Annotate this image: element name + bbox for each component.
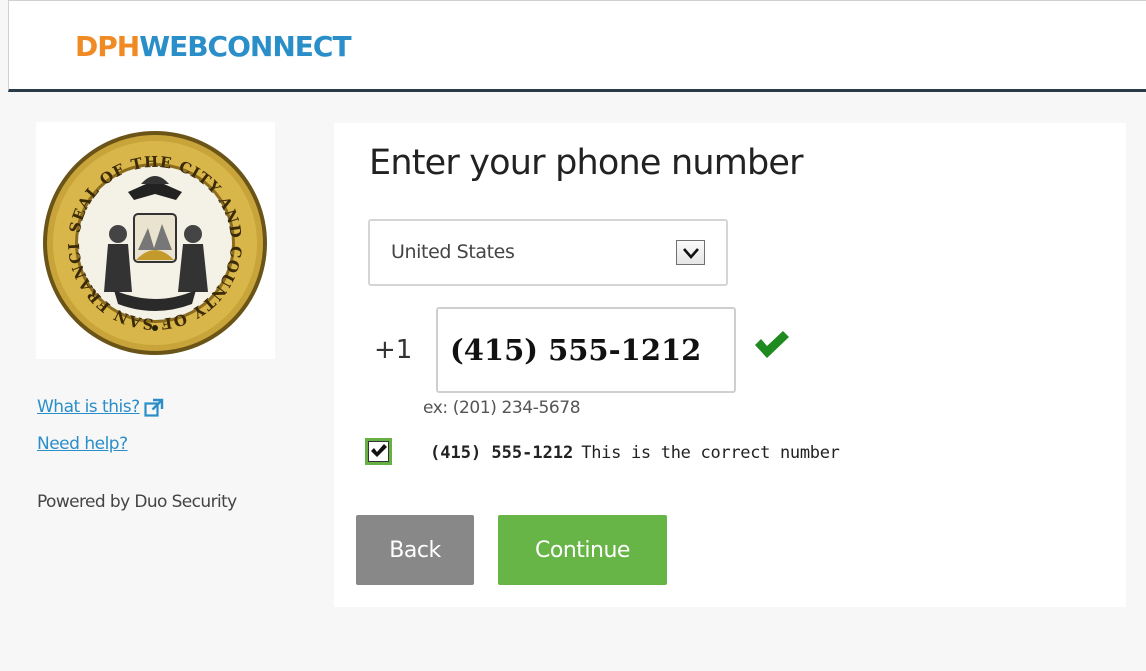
external-link-icon xyxy=(144,398,164,422)
what-is-this-link[interactable]: What is this? xyxy=(37,397,164,422)
phone-example-hint: ex: (201) 234-5678 xyxy=(423,398,581,418)
country-code-prefix: +1 xyxy=(374,335,413,365)
back-button[interactable]: Back xyxy=(356,515,474,585)
brand-part-2: WEBCONNECT xyxy=(139,30,351,63)
page-header: DPHWEBCONNECT xyxy=(8,0,1146,92)
enrollment-card: Enter your phone number United States +1… xyxy=(334,123,1126,607)
need-help-link[interactable]: Need help? xyxy=(37,434,128,454)
country-select-value: United States xyxy=(391,241,515,263)
confirm-number-label[interactable]: (415) 555-1212 This is the correct number xyxy=(430,443,840,463)
confirm-number-checkbox[interactable] xyxy=(365,438,392,465)
chevron-down-icon[interactable] xyxy=(676,240,705,265)
what-is-this-label: What is this? xyxy=(37,397,140,417)
powered-by-text: Powered by Duo Security xyxy=(37,492,237,512)
confirm-number-value: (415) 555-1212 xyxy=(430,443,574,463)
city-seal-logo: SEAL OF THE CITY AND COUNTY OF SAN FRANC… xyxy=(36,122,275,359)
seal-image: SEAL OF THE CITY AND COUNTY OF SAN FRANC… xyxy=(36,122,267,355)
checkmark-icon xyxy=(371,444,387,457)
brand-logo: DPHWEBCONNECT xyxy=(75,29,352,65)
confirm-number-text: This is the correct number xyxy=(581,443,840,463)
page-title: Enter your phone number xyxy=(369,143,804,183)
valid-check-icon xyxy=(753,330,791,364)
country-select[interactable]: United States xyxy=(368,219,728,286)
continue-button[interactable]: Continue xyxy=(498,515,667,585)
phone-number-input[interactable] xyxy=(436,307,736,393)
brand-part-1: DPH xyxy=(75,30,140,63)
